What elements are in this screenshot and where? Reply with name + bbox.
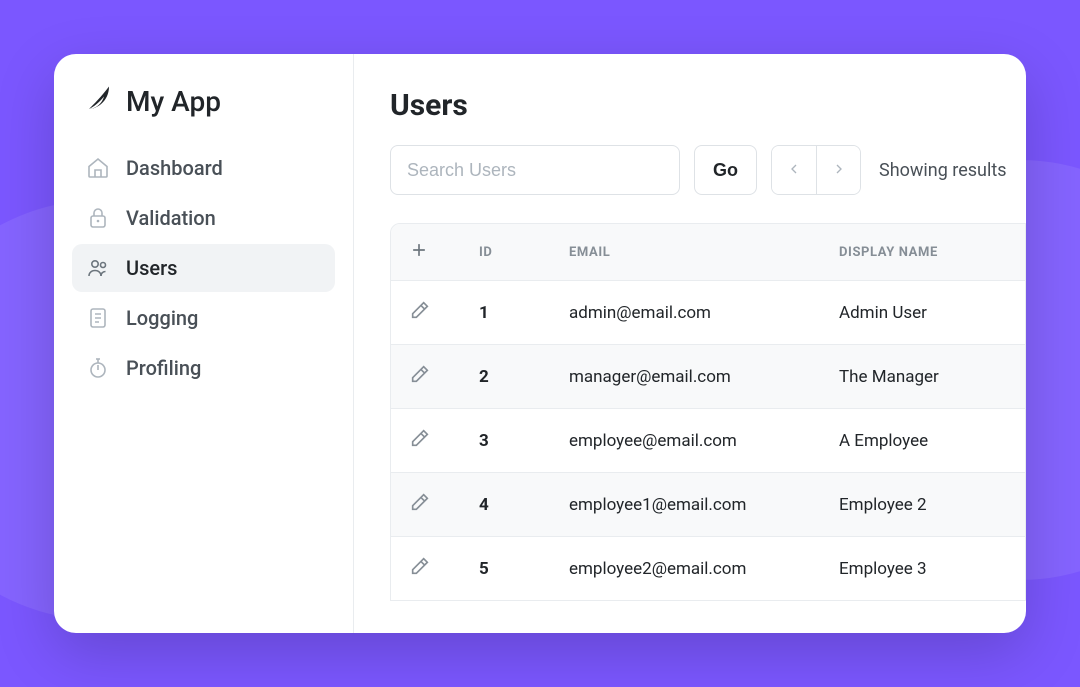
edit-icon <box>409 555 431 582</box>
brand-title: My App <box>126 85 221 118</box>
cell-display-name: The Manager <box>839 367 1007 387</box>
page-title: Users <box>390 88 1026 123</box>
table-row: 2 manager@email.com The Manager <box>391 344 1025 408</box>
sidebar-item-label: Logging <box>126 306 198 330</box>
chevron-right-icon <box>831 161 847 180</box>
users-table: ID EMAIL DISPLAY NAME 1 admin@email.com … <box>390 223 1026 601</box>
brand: My App <box>72 84 335 144</box>
lock-icon <box>86 206 110 230</box>
go-button[interactable]: Go <box>694 145 757 195</box>
cell-email: employee1@email.com <box>569 495 839 515</box>
table-row: 5 employee2@email.com Employee 3 <box>391 536 1025 600</box>
cell-id: 4 <box>479 495 569 515</box>
sidebar-item-label: Validation <box>126 206 216 230</box>
sail-icon <box>84 84 114 118</box>
col-id: ID <box>479 245 569 260</box>
edit-row-button[interactable] <box>409 555 479 582</box>
chevron-left-icon <box>786 161 802 180</box>
table-row: 4 employee1@email.com Employee 2 <box>391 472 1025 536</box>
cell-id: 3 <box>479 431 569 451</box>
edit-icon <box>409 299 431 326</box>
sidebar-item-validation[interactable]: Validation <box>72 194 335 242</box>
edit-row-button[interactable] <box>409 363 479 390</box>
edit-row-button[interactable] <box>409 491 479 518</box>
edit-row-button[interactable] <box>409 299 479 326</box>
sidebar-item-label: Profiling <box>126 356 201 380</box>
log-icon <box>86 306 110 330</box>
col-display-name: DISPLAY NAME <box>839 245 1007 260</box>
add-row-button[interactable] <box>409 240 479 264</box>
pager-next-button[interactable] <box>816 146 860 194</box>
cell-display-name: A Employee <box>839 431 1007 451</box>
cell-id: 2 <box>479 367 569 387</box>
toolbar: Go Showing results <box>390 145 1026 195</box>
sidebar-item-profiling[interactable]: Profiling <box>72 344 335 392</box>
cell-display-name: Employee 2 <box>839 495 1007 515</box>
edit-row-button[interactable] <box>409 427 479 454</box>
edit-icon <box>409 491 431 518</box>
sidebar: My App Dashboard Validation Users <box>54 54 354 633</box>
table-row: 1 admin@email.com Admin User <box>391 280 1025 344</box>
cell-display-name: Employee 3 <box>839 559 1007 579</box>
users-icon <box>86 256 110 280</box>
sidebar-item-logging[interactable]: Logging <box>72 294 335 342</box>
table-row: 3 employee@email.com A Employee <box>391 408 1025 472</box>
sidebar-nav: Dashboard Validation Users Logging <box>72 144 335 392</box>
main-content: Users Go Showing results <box>354 54 1026 633</box>
cell-id: 5 <box>479 559 569 579</box>
table-header-row: ID EMAIL DISPLAY NAME <box>391 224 1025 280</box>
edit-icon <box>409 363 431 390</box>
results-text: Showing results <box>879 160 1007 181</box>
plus-icon <box>409 240 429 264</box>
sidebar-item-label: Users <box>126 256 177 280</box>
app-window: My App Dashboard Validation Users <box>54 54 1026 633</box>
col-email: EMAIL <box>569 245 839 260</box>
stopwatch-icon <box>86 356 110 380</box>
edit-icon <box>409 427 431 454</box>
cell-display-name: Admin User <box>839 303 1007 323</box>
cell-email: employee2@email.com <box>569 559 839 579</box>
search-input[interactable] <box>390 145 680 195</box>
sidebar-item-users[interactable]: Users <box>72 244 335 292</box>
pager-prev-button[interactable] <box>772 146 816 194</box>
cell-email: employee@email.com <box>569 431 839 451</box>
sidebar-item-label: Dashboard <box>126 156 223 180</box>
cell-id: 1 <box>479 303 569 323</box>
pager <box>771 145 861 195</box>
cell-email: admin@email.com <box>569 303 839 323</box>
cell-email: manager@email.com <box>569 367 839 387</box>
sidebar-item-dashboard[interactable]: Dashboard <box>72 144 335 192</box>
home-icon <box>86 156 110 180</box>
